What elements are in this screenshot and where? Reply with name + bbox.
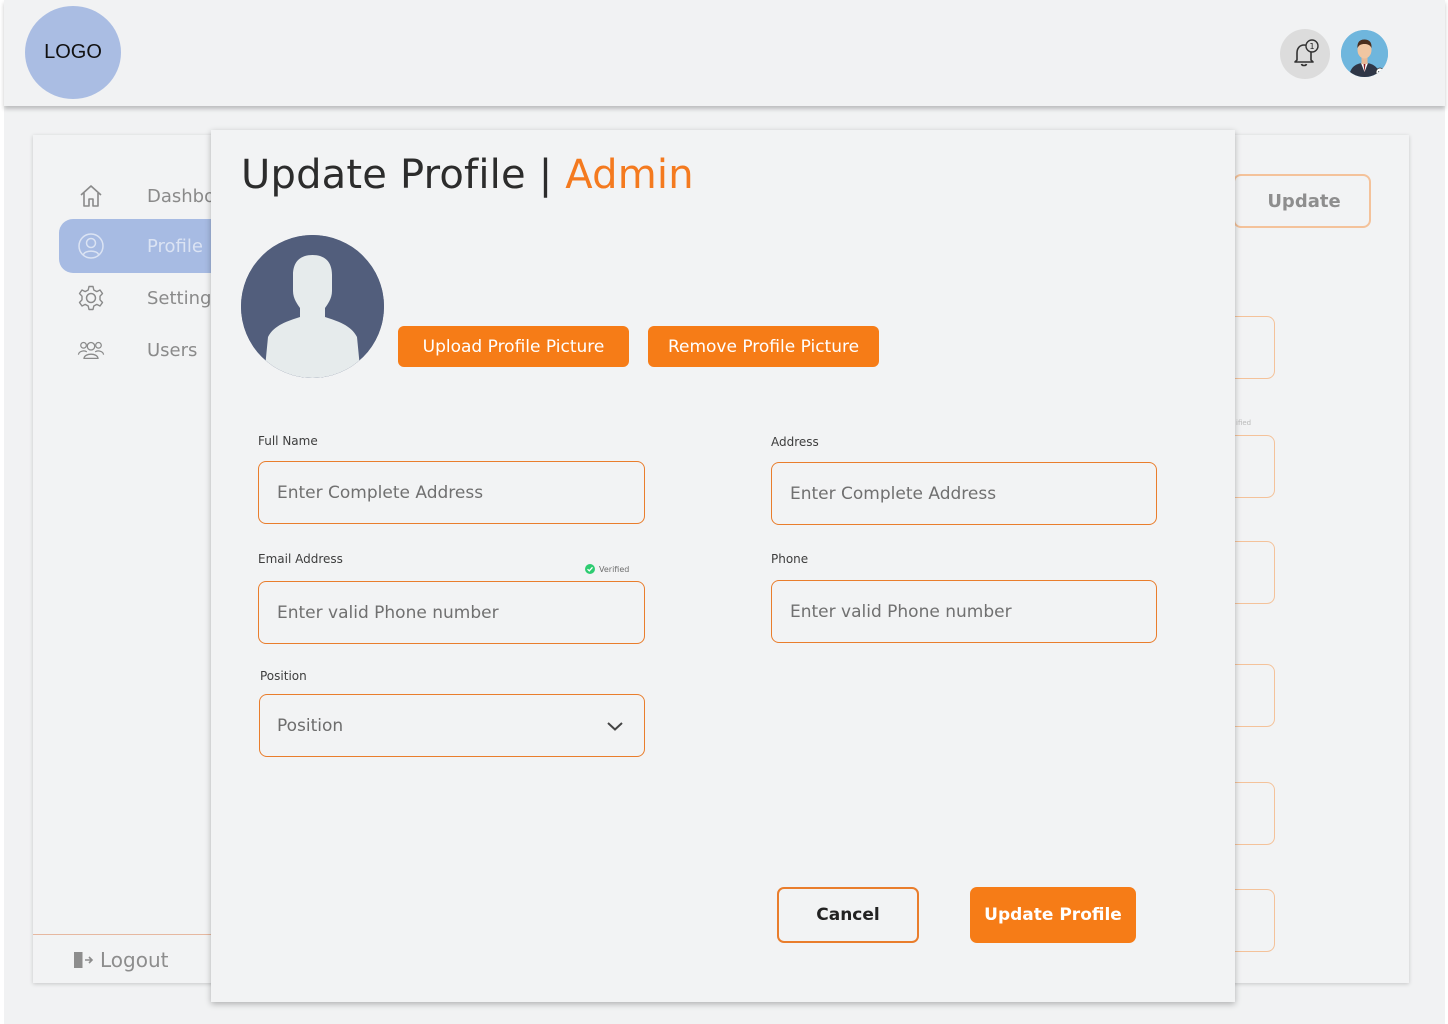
modal-title-role: Admin (565, 152, 694, 198)
sidebar-item-label: Profile (147, 235, 203, 257)
sidebar-item-label: Dashbo (147, 185, 216, 207)
update-profile-button[interactable]: Update Profile (970, 887, 1136, 943)
cancel-button[interactable]: Cancel (777, 887, 919, 943)
modal-title: Update Profile | Admin (241, 152, 694, 198)
check-circle-icon (585, 564, 595, 574)
user-avatar-icon (1341, 30, 1388, 77)
sidebar-item-label: Setting (147, 287, 212, 309)
full-name-label: Full Name (258, 434, 318, 448)
upload-button-label: Upload Profile Picture (422, 336, 605, 357)
sidebar-divider (33, 934, 213, 935)
chevron-down-icon (607, 721, 623, 731)
position-select-value: Position (277, 715, 344, 736)
position-label: Position (260, 669, 307, 683)
full-name-input[interactable] (258, 461, 645, 524)
user-circle-icon (77, 232, 105, 260)
phone-label: Phone (771, 552, 809, 566)
cancel-button-label: Cancel (816, 905, 880, 925)
logout-icon (74, 952, 94, 968)
upload-profile-picture-button[interactable]: Upload Profile Picture (398, 326, 629, 367)
logo-text: LOGO (44, 41, 102, 63)
notifications-button[interactable]: 1 (1280, 29, 1330, 79)
remove-button-label: Remove Profile Picture (667, 336, 860, 357)
sidebar-item-settings[interactable]: Setting (59, 271, 229, 325)
sidebar-item-users[interactable]: Users (59, 323, 229, 377)
sidebar-item-label: Users (147, 339, 198, 361)
background-verified-text: ified (1236, 419, 1252, 427)
logout-button[interactable]: Logout (72, 948, 168, 972)
bell-icon: 1 (1294, 39, 1319, 67)
gear-icon (77, 284, 105, 312)
logo[interactable]: LOGO (25, 6, 121, 99)
home-icon (77, 182, 105, 210)
modal-title-text: Update Profile (241, 152, 526, 198)
verified-text: Verified (599, 564, 630, 574)
profile-picture (241, 235, 384, 378)
position-select[interactable]: Position (259, 694, 645, 757)
email-label: Email Address (258, 552, 343, 566)
background-update-button: Update (1233, 174, 1371, 228)
remove-profile-picture-button[interactable]: Remove Profile Picture (648, 326, 879, 367)
default-avatar-icon (241, 235, 384, 378)
email-verified-badge: Verified (585, 564, 629, 574)
modal-title-separator: | (538, 152, 553, 198)
update-profile-modal: Update Profile | Admin Upload Profile Pi… (211, 130, 1235, 1002)
phone-input[interactable] (771, 580, 1157, 643)
sidebar-item-dashboard[interactable]: Dashbo (59, 169, 229, 223)
sidebar-item-profile[interactable]: Profile (59, 219, 229, 273)
email-field[interactable] (258, 581, 645, 644)
logout-label: Logout (100, 948, 169, 972)
users-icon (77, 336, 105, 364)
background-update-label: Update (1267, 190, 1341, 212)
update-profile-button-label: Update Profile (984, 905, 1122, 925)
user-avatar[interactable] (1341, 30, 1388, 77)
address-label: Address (771, 435, 819, 449)
address-input[interactable] (771, 462, 1157, 525)
top-bar: LOGO 1 (4, 0, 1445, 106)
notification-count: 1 (1309, 42, 1314, 51)
